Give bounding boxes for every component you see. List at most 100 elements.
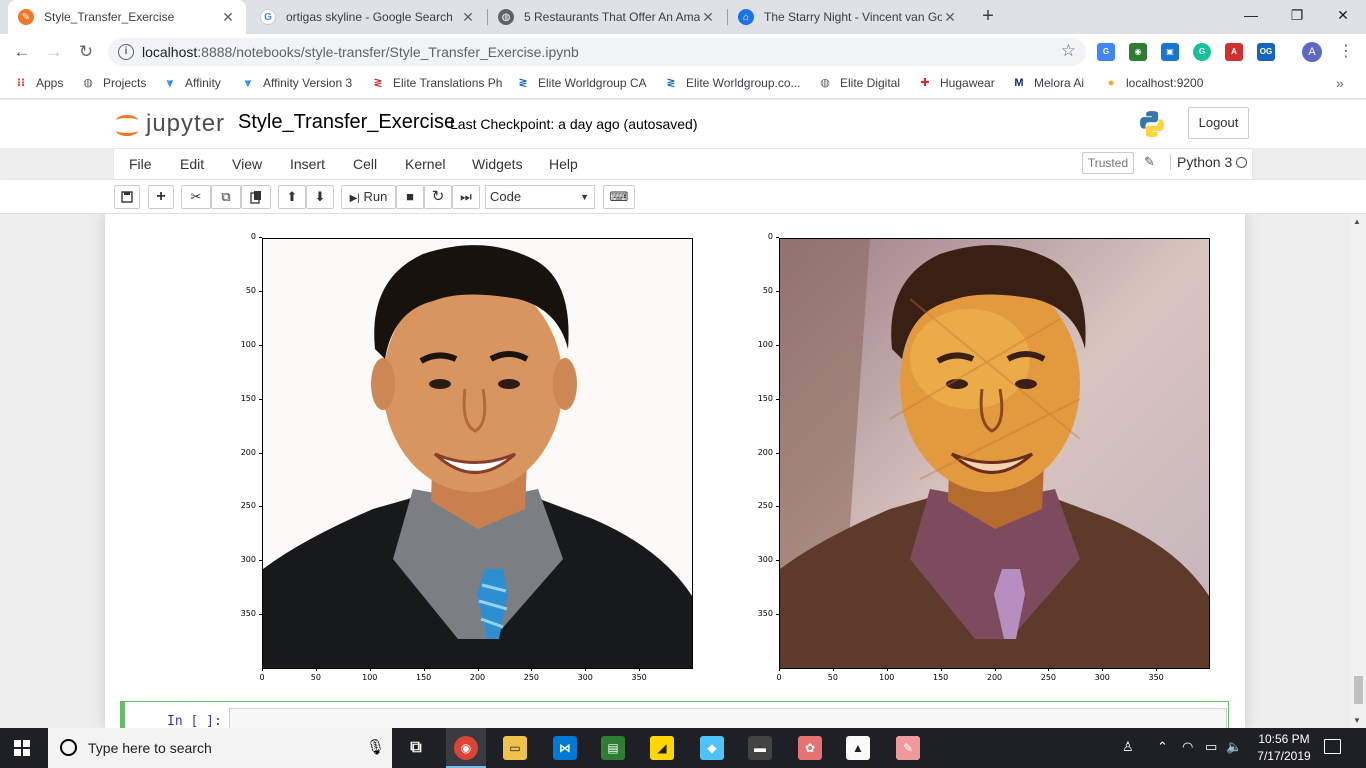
forward-button[interactable]: → [42, 40, 66, 64]
menu-file[interactable]: File [129, 156, 152, 172]
command-prompt-icon[interactable]: ▬ [748, 736, 772, 760]
back-button[interactable]: ← [10, 40, 34, 64]
menu-insert[interactable]: Insert [290, 156, 325, 172]
og-extension-icon[interactable]: OG [1257, 43, 1275, 61]
content-portrait-image [263, 239, 692, 668]
chevron-up-icon[interactable]: ⌃ [1157, 739, 1168, 755]
vscode-icon[interactable]: ⋈ [553, 736, 577, 760]
move-up-button[interactable]: ⬆ [278, 185, 306, 209]
code-cell-input[interactable] [229, 708, 1227, 728]
code-cell[interactable]: In [ ]: [120, 701, 1229, 728]
bookmark-affinity[interactable]: ⩔ Affinity [163, 76, 221, 90]
tab-google-search[interactable]: G ortigas skyline - Google Search ✕ [250, 0, 486, 34]
pdf-extension-icon[interactable]: A [1225, 43, 1243, 61]
save-button[interactable] [114, 185, 140, 209]
x-tick-label: 100 [872, 668, 902, 682]
bookmark-elite-translations[interactable]: ≷ Elite Translations Ph [371, 76, 502, 90]
clock-time: 10:56 PM [1258, 732, 1310, 746]
sticky-notes-icon[interactable]: ◢ [650, 736, 674, 760]
command-palette-button[interactable]: ⌨ [603, 185, 635, 209]
address-bar[interactable]: i localhost:8888/notebooks/style-transfe… [108, 38, 1086, 66]
page-scrollbar[interactable]: ▲ ▼ [1350, 214, 1366, 728]
reload-button[interactable]: ↻ [74, 40, 98, 64]
tab-starry-night[interactable]: ⌂ The Starry Night - Vincent van Go ✕ [728, 0, 968, 34]
scroll-down-icon[interactable]: ▼ [1353, 716, 1361, 725]
bookmark-label: Melora Ai [1034, 76, 1085, 90]
close-tab-icon[interactable]: ✕ [220, 9, 236, 26]
chrome-taskbar-icon[interactable]: ◉ [454, 736, 478, 760]
bookmark-apps[interactable]: ⁝⁝ Apps [14, 76, 64, 90]
wifi-icon[interactable]: ◠ [1182, 739, 1193, 755]
interrupt-button[interactable]: ■ [396, 185, 424, 209]
globe-icon: ◍ [83, 77, 93, 89]
cut-button[interactable]: ✂ [181, 185, 211, 209]
notebook-app-icon[interactable]: ◆ [700, 736, 724, 760]
translate-extension-icon[interactable]: G [1097, 43, 1115, 61]
move-down-button[interactable]: ⬇ [306, 185, 334, 209]
tab-style-transfer[interactable]: ✎ Style_Transfer_Exercise ✕ [8, 0, 246, 34]
restart-button[interactable]: ↻ [424, 185, 452, 209]
restore-button[interactable]: ❐ [1274, 0, 1320, 34]
bookmark-elite-worldgroup-ca[interactable]: ≷ Elite Worldgroup CA [516, 76, 646, 90]
paste-button[interactable] [241, 185, 271, 209]
notebook-name[interactable]: Style_Transfer_Exercise [238, 111, 455, 134]
screen-extension-icon[interactable]: ▣ [1161, 43, 1179, 61]
restart-run-all-button[interactable]: ⏭ [452, 185, 480, 209]
chrome-menu-icon[interactable]: ⋮ [1338, 41, 1354, 61]
trusted-indicator[interactable]: Trusted [1082, 152, 1134, 174]
profile-avatar[interactable]: A [1302, 42, 1322, 62]
site-info-icon[interactable]: i [118, 44, 134, 60]
insert-cell-button[interactable]: + [148, 185, 174, 209]
bookmark-melora[interactable]: M Melora Ai [1012, 76, 1084, 90]
jupyter-logo[interactable]: jupyter [116, 108, 225, 140]
people-icon[interactable]: ♙ [1122, 739, 1134, 755]
menu-help[interactable]: Help [549, 156, 578, 172]
bookmark-projects[interactable]: ◍ Projects [81, 76, 146, 90]
menu-view[interactable]: View [232, 156, 262, 172]
action-center-icon[interactable] [1324, 739, 1341, 754]
taskbar-search-box[interactable]: Type here to search 🎙 [48, 728, 392, 768]
terminal-app-icon[interactable]: ▤ [601, 736, 625, 760]
close-tab-icon[interactable]: ✕ [942, 9, 958, 26]
globe-extension-icon[interactable]: ◉ [1129, 43, 1147, 61]
minimize-button[interactable]: — [1228, 0, 1274, 34]
scrollbar-thumb[interactable] [1354, 676, 1363, 704]
grammarly-extension-icon[interactable]: G [1193, 43, 1211, 61]
logout-button[interactable]: Logout [1188, 107, 1249, 139]
run-button[interactable]: ▶| Run [341, 185, 396, 209]
cell-type-value: Code [490, 189, 522, 204]
tab-restaurants[interactable]: ◍ 5 Restaurants That Offer An Ama ✕ [488, 0, 726, 34]
menu-kernel[interactable]: Kernel [405, 156, 445, 172]
bookmark-elite-worldgroup-co[interactable]: ≷ Elite Worldgroup.co... [664, 76, 800, 90]
paint-icon[interactable]: ✿ [798, 736, 822, 760]
paint-3d-icon[interactable]: ✎ [896, 736, 920, 760]
taskbar-clock[interactable]: 10:56 PM 7/17/2019 [1252, 731, 1316, 765]
close-tab-icon[interactable]: ✕ [460, 9, 476, 26]
copy-button[interactable]: ⧉ [211, 185, 241, 209]
menu-edit[interactable]: Edit [180, 156, 204, 172]
y-tick-label: 50 [232, 286, 262, 295]
battery-icon[interactable]: ▭ [1205, 739, 1217, 755]
task-view-icon[interactable]: ⧉ [404, 736, 428, 760]
file-explorer-icon[interactable]: ▭ [503, 736, 527, 760]
scroll-up-icon[interactable]: ▲ [1353, 217, 1361, 226]
bookmark-star-icon[interactable]: ☆ [1061, 41, 1076, 61]
windows-start-icon[interactable] [14, 740, 30, 756]
photos-icon[interactable]: ▲ [846, 736, 870, 760]
bookmark-hugawear[interactable]: ✚ Hugawear [918, 76, 994, 90]
bookmarks-overflow-button[interactable]: » [1336, 75, 1344, 91]
bookmark-elite-digital[interactable]: ◍ Elite Digital [818, 76, 900, 90]
bookmark-affinity-v3[interactable]: ⩔ Affinity Version 3 [241, 76, 352, 90]
close-window-button[interactable]: ✕ [1320, 0, 1366, 34]
kernel-name[interactable]: Python 3 [1170, 154, 1232, 170]
new-tab-button[interactable]: + [976, 5, 1000, 29]
bookmark-localhost-9200[interactable]: ● localhost:9200 [1104, 76, 1204, 90]
volume-icon[interactable]: 🔈 [1226, 739, 1242, 755]
menu-widgets[interactable]: Widgets [472, 156, 523, 172]
kernel-status-icon [1236, 157, 1247, 168]
cell-type-select[interactable]: Code ▼ [485, 185, 595, 209]
python-logo-icon [1140, 111, 1164, 137]
menu-cell[interactable]: Cell [353, 156, 377, 172]
close-tab-icon[interactable]: ✕ [700, 9, 716, 26]
microphone-icon[interactable]: 🎙 [366, 738, 385, 756]
